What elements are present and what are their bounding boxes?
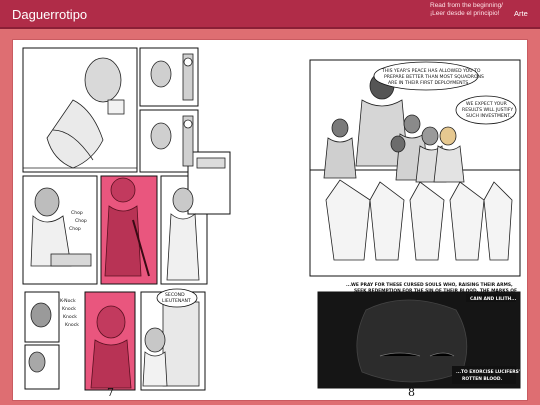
caption-cain-lilith: CAIN AND LILITH... — [470, 296, 517, 302]
second-lieutenant-2: LIEUTENANT — [162, 298, 191, 304]
read-from-beginning-link[interactable]: Read from the beginning/ ¡Leer desde el … — [430, 2, 503, 18]
bubble-results-2: RESULTS WILL JUSTIFY — [462, 107, 513, 113]
sfx-knock-3: Knock — [63, 314, 77, 320]
comic-page-8[interactable]: THIS YEAR'S PEACE HAS ALLOWED YOU TO PRE… — [270, 40, 527, 400]
second-lieutenant-1: SECOND — [165, 292, 185, 298]
arte-link[interactable]: Arte — [514, 9, 528, 18]
bubble-results-3: SUCH INVESTMENT... — [466, 113, 514, 119]
bubble-results-1: WE EXPECT YOUR — [466, 101, 508, 107]
sfx-chop-1: Chop — [71, 210, 83, 216]
sfx-knock-2: Knock — [62, 306, 76, 312]
bubble-peace-1: THIS YEAR'S PEACE HAS ALLOWED YOU TO — [381, 68, 481, 74]
site-title-link[interactable]: Daguerrotipo — [12, 7, 87, 22]
bubble-peace-2: PREPARE BETTER THAN MOST SQUADRONS — [384, 74, 484, 80]
read-link-english: Read from the beginning/ — [430, 2, 503, 9]
caption-dark-1: ...TO EXORCISE LUCIFERS' — [456, 369, 520, 375]
comic-page-7[interactable]: Chop Chop Chop K-Nock Knock Knock Knock … — [13, 40, 270, 400]
sfx-chop-2: Chop — [75, 218, 87, 224]
caption-dark-2: ROTTEN BLOOD. — [462, 376, 503, 382]
top-navigation-bar: Daguerrotipo Read from the beginning/ ¡L… — [0, 0, 540, 29]
page-8-artwork: THIS YEAR'S PEACE HAS ALLOWED YOU TO PRE… — [309, 59, 521, 389]
sfx-chop-3: Chop — [69, 226, 81, 232]
page-7-artwork: Chop Chop Chop K-Nock Knock Knock Knock … — [22, 47, 231, 391]
caption-pray-1: ...WE PRAY FOR THESE CURSED SOULS WHO, R… — [346, 282, 513, 288]
read-link-spanish: ¡Leer desde el principio! — [430, 10, 500, 17]
comic-spread: Chop Chop Chop K-Nock Knock Knock Knock … — [13, 40, 527, 400]
bubble-peace-3: ARE IN THEIR FIRST DEPLOYMENTS — [388, 80, 468, 86]
sfx-knock-1: K-Nock — [60, 298, 76, 304]
sfx-knock-4: Knock — [65, 322, 79, 328]
page-number-right: 8 — [408, 386, 415, 399]
page-number-left: 7 — [107, 386, 114, 399]
caption-pray-2: SEEK REDEMPTION FOR THE SIN OF THEIR BLO… — [354, 288, 517, 294]
